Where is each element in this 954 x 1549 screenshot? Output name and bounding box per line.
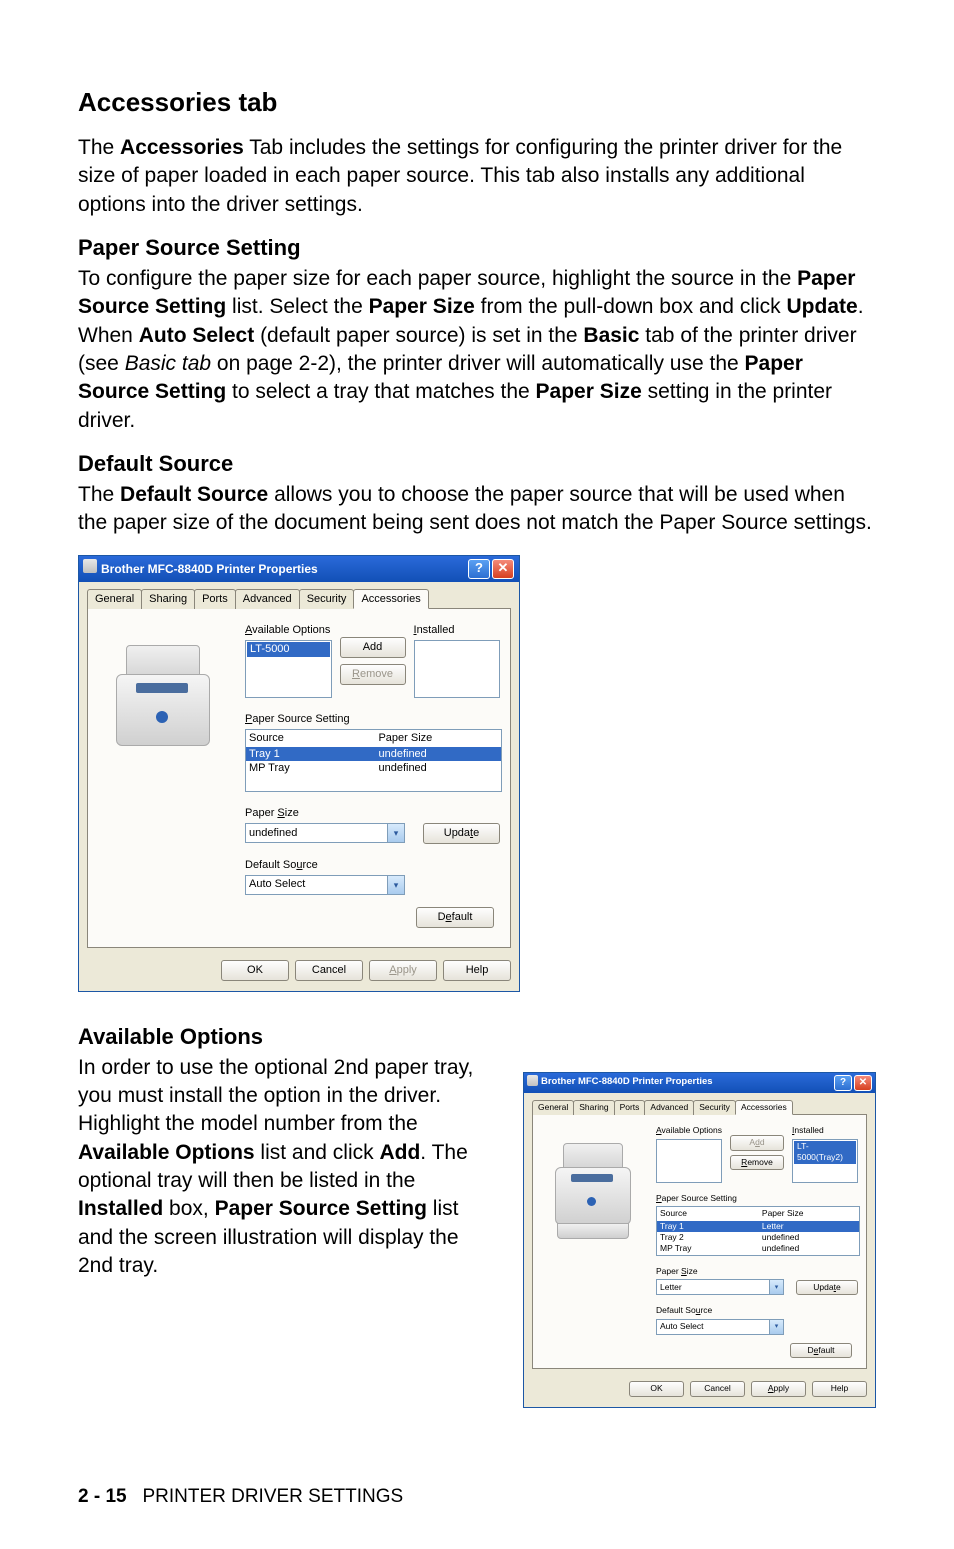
installed-listbox[interactable] bbox=[414, 640, 501, 698]
printer-illustration bbox=[541, 1131, 645, 1241]
default-source-combo[interactable]: Auto Select ▾ bbox=[656, 1319, 784, 1335]
paper-size-label: Paper Size bbox=[656, 1266, 858, 1277]
title-bar: Brother MFC-8840D Printer Properties ? ✕ bbox=[79, 556, 519, 582]
chevron-down-icon[interactable]: ▾ bbox=[769, 1320, 783, 1334]
update-button[interactable]: Update bbox=[423, 823, 500, 844]
tab-sharing[interactable]: Sharing bbox=[141, 589, 195, 609]
printer-icon bbox=[527, 1075, 538, 1086]
apply-button: Apply bbox=[369, 960, 437, 981]
dialog-bottom-buttons: OK Cancel Apply Help bbox=[532, 1381, 867, 1396]
window-title: Brother MFC-8840D Printer Properties bbox=[101, 561, 318, 577]
pss-table[interactable]: SourcePaper Size Tray 1Letter Tray 2unde… bbox=[656, 1206, 860, 1256]
chevron-down-icon[interactable]: ▾ bbox=[769, 1280, 783, 1294]
paper-size-combo[interactable]: undefined ▾ bbox=[245, 823, 405, 843]
add-button: Add bbox=[730, 1135, 784, 1150]
heading-default-source: Default Source bbox=[78, 449, 876, 479]
installed-label: Installed bbox=[414, 623, 501, 638]
heading-available-options: Available Options bbox=[78, 1022, 876, 1052]
table-row[interactable]: Tray 2undefined bbox=[657, 1232, 859, 1243]
printer-illustration bbox=[98, 629, 228, 769]
footer-section-title: PRINTER DRIVER SETTINGS bbox=[142, 1486, 403, 1507]
available-options-label: Available Options bbox=[245, 623, 332, 638]
remove-button: Remove bbox=[340, 664, 406, 685]
accessories-panel: Available Options LT-5000 Add Remove Ins… bbox=[87, 609, 511, 948]
help-button[interactable]: Help bbox=[812, 1381, 867, 1396]
update-button[interactable]: Update bbox=[796, 1280, 858, 1295]
pss-table[interactable]: SourcePaper Size Tray 1undefined MP Tray… bbox=[245, 729, 502, 792]
help-button[interactable]: Help bbox=[443, 960, 511, 981]
heading-paper-source-setting: Paper Source Setting bbox=[78, 233, 876, 263]
apply-button[interactable]: Apply bbox=[751, 1381, 806, 1396]
default-source-combo[interactable]: Auto Select ▾ bbox=[245, 875, 405, 895]
list-item[interactable]: LT-5000(Tray2) bbox=[794, 1141, 856, 1164]
tab-accessories[interactable]: Accessories bbox=[735, 1100, 793, 1115]
installed-label: Installed bbox=[792, 1125, 858, 1136]
available-options-listbox[interactable]: LT-5000 bbox=[245, 640, 332, 698]
tab-general[interactable]: General bbox=[532, 1100, 574, 1115]
cancel-button[interactable]: Cancel bbox=[295, 960, 363, 981]
help-titlebar-button[interactable]: ? bbox=[834, 1075, 852, 1091]
page-number: 2 - 15 bbox=[78, 1486, 127, 1507]
tab-strip: General Sharing Ports Advanced Security … bbox=[532, 1099, 867, 1115]
installed-listbox[interactable]: LT-5000(Tray2) bbox=[792, 1139, 858, 1183]
chevron-down-icon[interactable]: ▾ bbox=[387, 876, 404, 894]
help-titlebar-button[interactable]: ? bbox=[468, 559, 490, 579]
table-row[interactable]: MP Trayundefined bbox=[657, 1243, 859, 1254]
tab-advanced[interactable]: Advanced bbox=[235, 589, 300, 609]
tab-sharing[interactable]: Sharing bbox=[573, 1100, 614, 1115]
tab-advanced[interactable]: Advanced bbox=[644, 1100, 694, 1115]
available-options-label: Available Options bbox=[656, 1125, 722, 1136]
ok-button[interactable]: OK bbox=[629, 1381, 684, 1396]
title-bar: Brother MFC-8840D Printer Properties ? ✕ bbox=[524, 1073, 875, 1093]
printer-icon bbox=[83, 559, 97, 573]
pss-paragraph: To configure the paper size for each pap… bbox=[78, 265, 876, 435]
list-item[interactable]: LT-5000 bbox=[247, 642, 330, 657]
table-row[interactable]: MP Trayundefined bbox=[246, 761, 501, 776]
pss-label: Paper Source Setting bbox=[245, 712, 500, 727]
heading-accessories-tab: Accessories tab bbox=[78, 85, 876, 120]
accessories-panel: Available Options Add Remove Installed L bbox=[532, 1115, 867, 1369]
table-row[interactable]: Tray 1undefined bbox=[246, 747, 501, 762]
paper-size-combo[interactable]: Letter ▾ bbox=[656, 1279, 784, 1295]
available-options-listbox[interactable] bbox=[656, 1139, 722, 1183]
add-button[interactable]: Add bbox=[340, 637, 406, 658]
intro-paragraph: The Accessories Tab includes the setting… bbox=[78, 134, 876, 219]
pss-label: Paper Source Setting bbox=[656, 1193, 858, 1204]
ok-button[interactable]: OK bbox=[221, 960, 289, 981]
table-row[interactable]: Tray 1Letter bbox=[657, 1221, 859, 1232]
close-titlebar-button[interactable]: ✕ bbox=[854, 1075, 872, 1091]
chevron-down-icon[interactable]: ▾ bbox=[387, 824, 404, 842]
tab-strip: General Sharing Ports Advanced Security … bbox=[87, 588, 511, 609]
remove-button[interactable]: Remove bbox=[730, 1155, 784, 1170]
tab-general[interactable]: General bbox=[87, 589, 142, 609]
window-title: Brother MFC-8840D Printer Properties bbox=[541, 1076, 713, 1089]
default-button[interactable]: Default bbox=[790, 1343, 852, 1358]
default-button[interactable]: Default bbox=[416, 907, 494, 928]
available-options-paragraph: In order to use the optional 2nd paper t… bbox=[78, 1054, 495, 1281]
default-source-label: Default Source bbox=[656, 1305, 858, 1316]
default-source-paragraph: The Default Source allows you to choose … bbox=[78, 481, 876, 538]
tab-ports[interactable]: Ports bbox=[614, 1100, 646, 1115]
tab-security[interactable]: Security bbox=[299, 589, 355, 609]
cancel-button[interactable]: Cancel bbox=[690, 1381, 745, 1396]
tab-ports[interactable]: Ports bbox=[194, 589, 236, 609]
tab-security[interactable]: Security bbox=[693, 1100, 736, 1115]
printer-properties-dialog-2: Brother MFC-8840D Printer Properties ? ✕… bbox=[523, 1072, 876, 1408]
dialog-bottom-buttons: OK Cancel Apply Help bbox=[87, 960, 511, 981]
tab-accessories[interactable]: Accessories bbox=[353, 589, 428, 609]
default-source-label: Default Source bbox=[245, 858, 500, 873]
close-titlebar-button[interactable]: ✕ bbox=[492, 559, 514, 579]
paper-size-label: Paper Size bbox=[245, 806, 500, 821]
document-page: Accessories tab The Accessories Tab incl… bbox=[0, 0, 954, 1549]
page-footer: 2 - 15 PRINTER DRIVER SETTINGS bbox=[78, 1484, 876, 1510]
printer-properties-dialog-1: Brother MFC-8840D Printer Properties ? ✕… bbox=[78, 555, 520, 992]
